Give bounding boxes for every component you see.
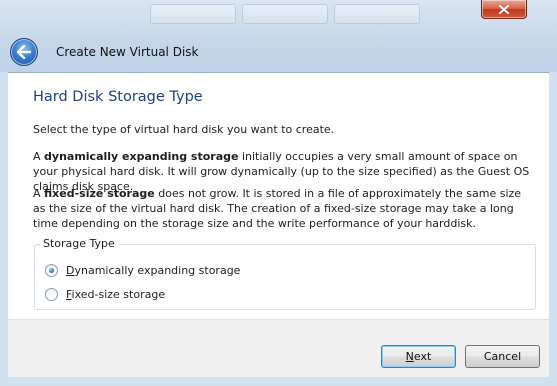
page-heading: Hard Disk Storage Type [33, 89, 203, 105]
radio-button[interactable] [45, 264, 58, 277]
intro-text: Select the type of virtual hard disk you… [33, 123, 335, 136]
dynamic-term: dynamically expanding storage [44, 150, 239, 163]
next-label-rest: ext [413, 350, 432, 363]
radio-button[interactable] [45, 288, 58, 301]
mnemonic-letter: N [405, 350, 414, 363]
background-tab [150, 4, 236, 24]
radio-selected-dot [49, 268, 54, 273]
storage-type-group: Storage Type Dynamically expanding stora… [34, 237, 536, 310]
dialog-title: Create New Virtual Disk [56, 45, 199, 59]
next-button[interactable]: Next [381, 345, 456, 368]
cancel-button[interactable]: Cancel [465, 345, 540, 368]
button-bar: Next Cancel [8, 319, 549, 377]
radio-fixed-label: Fixed-size storage [66, 288, 165, 301]
fixed-prefix: A [33, 187, 45, 200]
radio-fixed-storage[interactable]: Fixed-size storage [45, 288, 165, 301]
label-rest: ixed-size storage [71, 288, 166, 301]
storage-type-label: Storage Type [40, 237, 118, 250]
wizard-content: Hard Disk Storage Type Select the type o… [8, 72, 549, 320]
background-tab [242, 4, 328, 24]
close-button[interactable] [481, 0, 527, 19]
label-rest: ynamically expanding storage [74, 264, 241, 277]
window-glass-frame: Create New Virtual Disk [0, 0, 557, 72]
radio-dynamic-storage[interactable]: Dynamically expanding storage [45, 264, 240, 277]
back-arrow-icon [16, 45, 32, 59]
fixed-term: fixed-size storage [44, 187, 155, 200]
dynamic-prefix: A [33, 150, 45, 163]
dialog-footer: Next Cancel [0, 319, 557, 386]
back-button[interactable] [10, 38, 38, 66]
close-icon [499, 4, 509, 14]
background-tab [334, 4, 420, 24]
fixed-description: A fixed-size storage does not grow. It i… [33, 186, 533, 231]
background-window-tabs [150, 4, 420, 24]
radio-dynamic-label: Dynamically expanding storage [66, 264, 240, 277]
